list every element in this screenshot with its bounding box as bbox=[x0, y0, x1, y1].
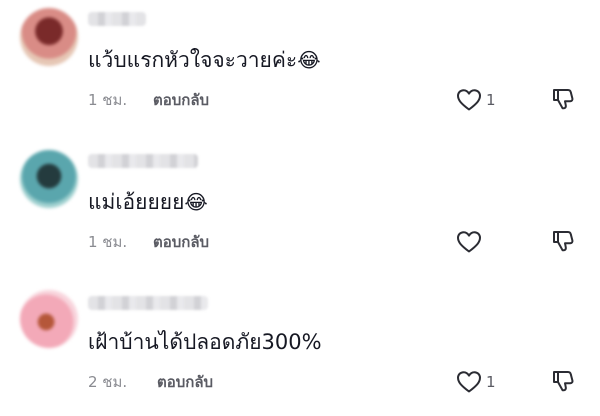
comment-time: 2 ชม. bbox=[88, 373, 128, 391]
like-button[interactable] bbox=[456, 228, 504, 256]
reply-button[interactable]: ตอบกลับ bbox=[153, 90, 209, 110]
comment-time: 1 ชม. bbox=[88, 91, 128, 109]
username-blurred[interactable] bbox=[88, 296, 208, 310]
heart-icon bbox=[456, 230, 482, 254]
thumbs-down-icon bbox=[550, 368, 578, 394]
heart-icon bbox=[456, 88, 482, 112]
like-button[interactable]: 1 bbox=[456, 368, 504, 396]
dislike-button[interactable] bbox=[550, 368, 578, 396]
dislike-button[interactable] bbox=[550, 86, 578, 114]
avatar[interactable] bbox=[20, 290, 78, 348]
comment-time: 1 ชม. bbox=[88, 233, 128, 251]
username-blurred[interactable] bbox=[88, 12, 146, 26]
laughing-tears-emoji: 😂 bbox=[297, 48, 321, 72]
thumbs-down-icon bbox=[550, 228, 578, 254]
username-blurred[interactable] bbox=[88, 154, 198, 168]
heart-icon bbox=[456, 370, 482, 394]
like-count: 1 bbox=[486, 373, 496, 391]
comment-item: เฝ้าบ้านได้ปลอดภัย300% 2 ชม. ตอบกลับ 1 bbox=[0, 280, 600, 416]
comment-body: เฝ้าบ้านได้ปลอดภัย300% bbox=[88, 330, 322, 354]
thumbs-down-icon bbox=[550, 86, 578, 112]
comment-text: แว้บแรกหัวใจจะวายค่ะ😂 bbox=[88, 46, 321, 74]
comment-item: แม่เอ้ยยยย😂 1 ชม. ตอบกลับ bbox=[0, 140, 600, 276]
dislike-button[interactable] bbox=[550, 228, 578, 256]
avatar[interactable] bbox=[20, 150, 78, 208]
laughing-tears-emoji: 😂 bbox=[184, 190, 208, 214]
reply-button[interactable]: ตอบกลับ bbox=[153, 232, 209, 252]
like-button[interactable]: 1 bbox=[456, 86, 504, 114]
comment-text: เฝ้าบ้านได้ปลอดภัย300% bbox=[88, 328, 322, 356]
reply-button[interactable]: ตอบกลับ bbox=[157, 372, 213, 392]
like-count: 1 bbox=[486, 91, 496, 109]
comment-body: แว้บแรกหัวใจจะวายค่ะ bbox=[88, 48, 298, 72]
comment-text: แม่เอ้ยยยย😂 bbox=[88, 188, 208, 216]
comment-item: แว้บแรกหัวใจจะวายค่ะ😂 1 ชม. ตอบกลับ 1 bbox=[0, 0, 600, 136]
comment-body: แม่เอ้ยยยย bbox=[88, 190, 185, 214]
avatar[interactable] bbox=[20, 8, 78, 66]
